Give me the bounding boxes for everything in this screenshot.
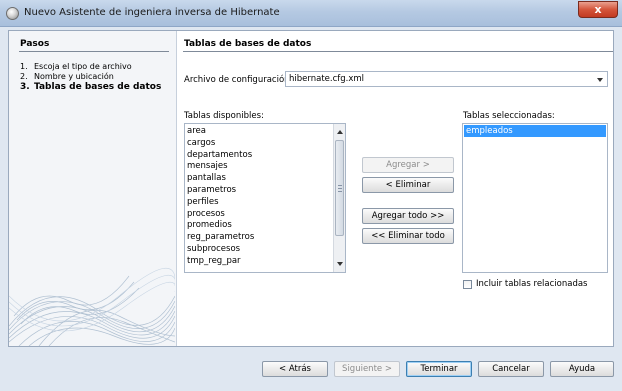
- steps-list: 1. Escoja el tipo de archivo 2. Nombre y u…: [20, 62, 161, 93]
- scroll-thumb[interactable]: [335, 140, 344, 236]
- grip-line: [338, 191, 342, 192]
- remove-button[interactable]: < Eliminar: [362, 177, 454, 193]
- list-item[interactable]: tmp_reg_par: [187, 256, 254, 268]
- list-item-selected[interactable]: empleados: [464, 125, 606, 137]
- selected-tables-label: Tablas seleccionadas:: [463, 111, 555, 121]
- list-item[interactable]: area: [187, 126, 254, 138]
- wizard-decoration-graphic: [9, 268, 175, 346]
- back-button[interactable]: < Atrás: [262, 361, 328, 377]
- config-file-label: Archivo de configuración:: [184, 75, 293, 85]
- app-icon: [6, 7, 19, 20]
- list-item[interactable]: reg_parametros: [187, 232, 254, 244]
- step-label: Tablas de bases de datos: [34, 82, 162, 92]
- steps-divider: [19, 51, 169, 52]
- cancel-button[interactable]: Cancelar: [478, 361, 544, 377]
- available-tables-label: Tablas disponibles:: [184, 111, 264, 121]
- list-item[interactable]: departamentos: [187, 150, 254, 162]
- include-related-label[interactable]: Incluir tablas relacionadas: [476, 279, 587, 289]
- list-item[interactable]: cargos: [187, 138, 254, 150]
- chevron-down-icon: [597, 78, 603, 82]
- finish-button[interactable]: Terminar: [406, 361, 472, 377]
- step-item-2: 2. Nombre y ubicación: [20, 72, 161, 82]
- help-button[interactable]: Ayuda: [550, 361, 614, 377]
- next-button[interactable]: Siguiente >: [334, 361, 400, 377]
- list-item[interactable]: mensajes: [187, 161, 254, 173]
- list-item[interactable]: perfiles: [187, 197, 254, 209]
- selected-tables-list[interactable]: empleados: [462, 123, 608, 273]
- step-label: Escoja el tipo de archivo: [34, 62, 132, 71]
- title-bar: Nuevo Asistente de ingeniera inversa de …: [0, 0, 622, 27]
- scroll-up-icon[interactable]: [337, 130, 343, 134]
- available-tables-list[interactable]: area cargos departamentos mensajes panta…: [184, 123, 346, 273]
- add-button[interactable]: Agregar >: [362, 157, 454, 173]
- page-title: Tablas de bases de datos: [184, 39, 312, 49]
- grip-line: [338, 185, 342, 186]
- vertical-scrollbar[interactable]: [333, 124, 345, 272]
- list-item[interactable]: subprocesos: [187, 244, 254, 256]
- step-item-3-current: 3. Tablas de bases de datos: [20, 82, 161, 93]
- window-title: Nuevo Asistente de ingeniera inversa de …: [24, 7, 280, 18]
- list-item[interactable]: parametros: [187, 185, 254, 197]
- step-item-1: 1. Escoja el tipo de archivo: [20, 62, 161, 72]
- config-file-dropdown[interactable]: hibernate.cfg.xml: [285, 71, 608, 87]
- list-item[interactable]: procesos: [187, 209, 254, 221]
- dialog-frame: Pasos 1. Escoja el tipo de archivo 2. Nomb…: [0, 27, 622, 391]
- config-file-value: hibernate.cfg.xml: [289, 74, 365, 84]
- grip-line: [338, 188, 342, 189]
- wizard-content: Pasos 1. Escoja el tipo de archivo 2. Nomb…: [8, 30, 614, 347]
- button-bar: < Atrás Siguiente > Terminar Cancelar Ay…: [0, 349, 622, 391]
- step-number: 1.: [20, 62, 28, 71]
- list-item[interactable]: pantallas: [187, 173, 254, 185]
- include-related-checkbox[interactable]: [463, 280, 472, 289]
- steps-title: Pasos: [20, 39, 50, 49]
- scroll-down-icon[interactable]: [337, 262, 343, 266]
- close-button[interactable]: x: [578, 1, 618, 18]
- remove-all-button[interactable]: << Eliminar todo: [362, 228, 454, 244]
- list-item[interactable]: promedios: [187, 220, 254, 232]
- add-all-button[interactable]: Agregar todo >>: [362, 208, 454, 224]
- step-label: Nombre y ubicación: [34, 72, 114, 81]
- main-panel: Tablas de bases de datos Archivo de conf…: [178, 31, 613, 346]
- steps-panel: Pasos 1. Escoja el tipo de archivo 2. Nomb…: [9, 31, 177, 346]
- title-divider: [183, 51, 613, 52]
- step-number: 3.: [20, 82, 30, 92]
- step-number: 2.: [20, 72, 28, 81]
